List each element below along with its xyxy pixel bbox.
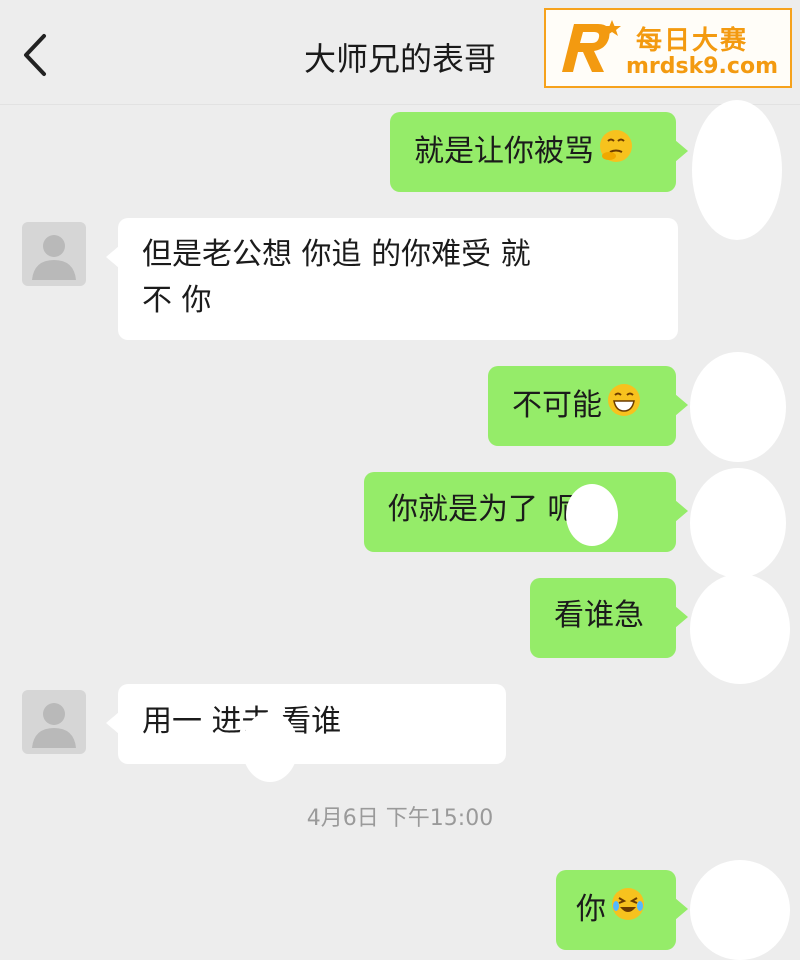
- privacy-blur-patch: [690, 352, 786, 462]
- message-text-line: 但是老公想 你追 的你难受 就: [142, 237, 531, 272]
- message-text: 不可能: [512, 388, 602, 423]
- watermark-name: 每日大赛: [636, 26, 749, 56]
- default-avatar-icon: [32, 703, 76, 748]
- watermark-url: mrdsk9.com: [626, 54, 778, 79]
- avatar[interactable]: [22, 690, 86, 754]
- message-timestamp: 4月6日 下午15:00: [306, 806, 494, 831]
- thinking-face-icon: [598, 128, 634, 177]
- privacy-blur-patch: [690, 860, 790, 960]
- message-bubble-sent[interactable]: 就是让你被骂: [390, 112, 688, 192]
- message-bubble-received[interactable]: 但是老公想 你追 的你难受 就 不 你: [106, 218, 678, 340]
- privacy-blur-patch: [242, 712, 298, 782]
- privacy-blur-patch: [566, 484, 618, 546]
- message-text-line: 不 你: [142, 283, 212, 318]
- message-text: 看谁急: [554, 598, 644, 633]
- message-bubble-sent[interactable]: 你: [556, 870, 688, 950]
- privacy-blur-patch: [692, 100, 782, 240]
- crying-laughing-face-icon: [610, 886, 646, 935]
- message-bubble-sent[interactable]: 看谁急: [530, 578, 688, 658]
- watermark-logo: 每日大赛 mrdsk9.com: [544, 8, 792, 88]
- avatar[interactable]: [22, 222, 86, 286]
- message-text: 用一 进去 看谁: [142, 704, 342, 739]
- message-text: 就是让你被骂: [414, 134, 594, 169]
- message-bubble-sent[interactable]: 你就是为了 呢: [364, 472, 688, 552]
- brand-r-logo-icon: [562, 20, 621, 72]
- grinning-face-icon: [606, 382, 642, 431]
- privacy-blur-patch: [690, 574, 790, 684]
- message-bubble-received[interactable]: 用一 进去 看谁: [106, 684, 506, 764]
- message-bubble-sent[interactable]: 不可能: [488, 366, 688, 446]
- default-avatar-icon: [32, 235, 76, 280]
- message-text: 你: [576, 892, 606, 927]
- message-text: 你就是为了 呢: [388, 492, 578, 527]
- privacy-blur-patch: [690, 468, 786, 578]
